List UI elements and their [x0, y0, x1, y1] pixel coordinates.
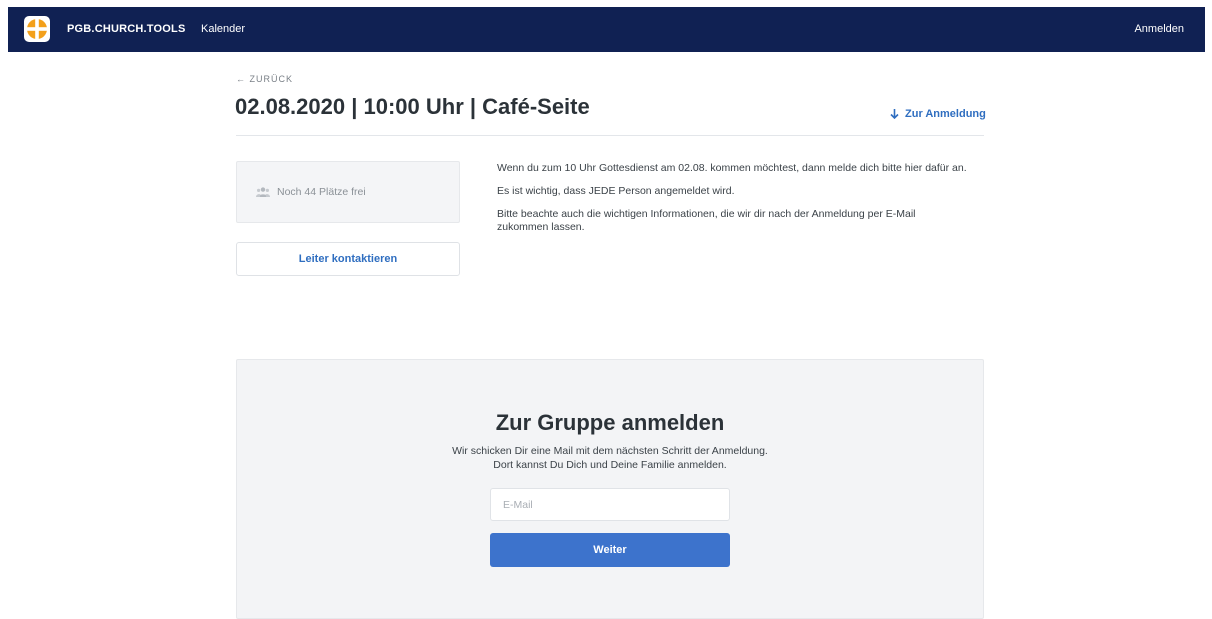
church-logo-icon[interactable] — [24, 16, 50, 42]
title-divider — [236, 135, 984, 136]
event-description: Wenn du zum 10 Uhr Gottesdienst am 02.08… — [497, 162, 997, 244]
signup-title: Zur Gruppe anmelden — [495, 410, 725, 435]
description-paragraph-1: Wenn du zum 10 Uhr Gottesdienst am 02.08… — [497, 162, 967, 174]
email-field[interactable] — [490, 488, 730, 521]
signup-subtitle: Wir schicken Dir eine Mail mit dem nächs… — [237, 444, 983, 472]
signup-panel: Zur Gruppe anmelden Wir schicken Dir ein… — [236, 359, 984, 619]
continue-button[interactable]: Weiter — [490, 533, 730, 567]
login-link[interactable]: Anmelden — [1134, 7, 1184, 52]
page-title: 02.08.2020 | 10:00 Uhr | Café-Seite — [235, 94, 590, 119]
jump-to-signup-link[interactable]: Zur Anmeldung — [890, 108, 986, 120]
users-icon — [256, 187, 270, 197]
jump-label: Zur Anmeldung — [905, 108, 986, 120]
contact-leader-button[interactable]: Leiter kontaktieren — [236, 242, 460, 276]
brand-link[interactable]: PGB.CHURCH.TOOLS — [67, 7, 186, 52]
top-navbar: PGB.CHURCH.TOOLS Kalender Anmelden — [8, 7, 1205, 52]
seats-info-box: Noch 44 Plätze frei — [236, 161, 460, 223]
description-paragraph-3: Bitte beachte auch die wichtigen Informa… — [497, 208, 916, 233]
nav-kalender[interactable]: Kalender — [201, 7, 245, 52]
signup-subtitle-line-2: Dort kannst Du Dich und Deine Familie an… — [493, 459, 727, 471]
description-paragraph-2: Es ist wichtig, dass JEDE Person angemel… — [497, 185, 735, 197]
signup-subtitle-line-1: Wir schicken Dir eine Mail mit dem nächs… — [452, 445, 768, 457]
seats-available-text: Noch 44 Plätze frei — [277, 186, 366, 198]
arrow-down-icon — [890, 109, 899, 119]
back-link[interactable]: ← ZURÜCK — [236, 74, 293, 84]
